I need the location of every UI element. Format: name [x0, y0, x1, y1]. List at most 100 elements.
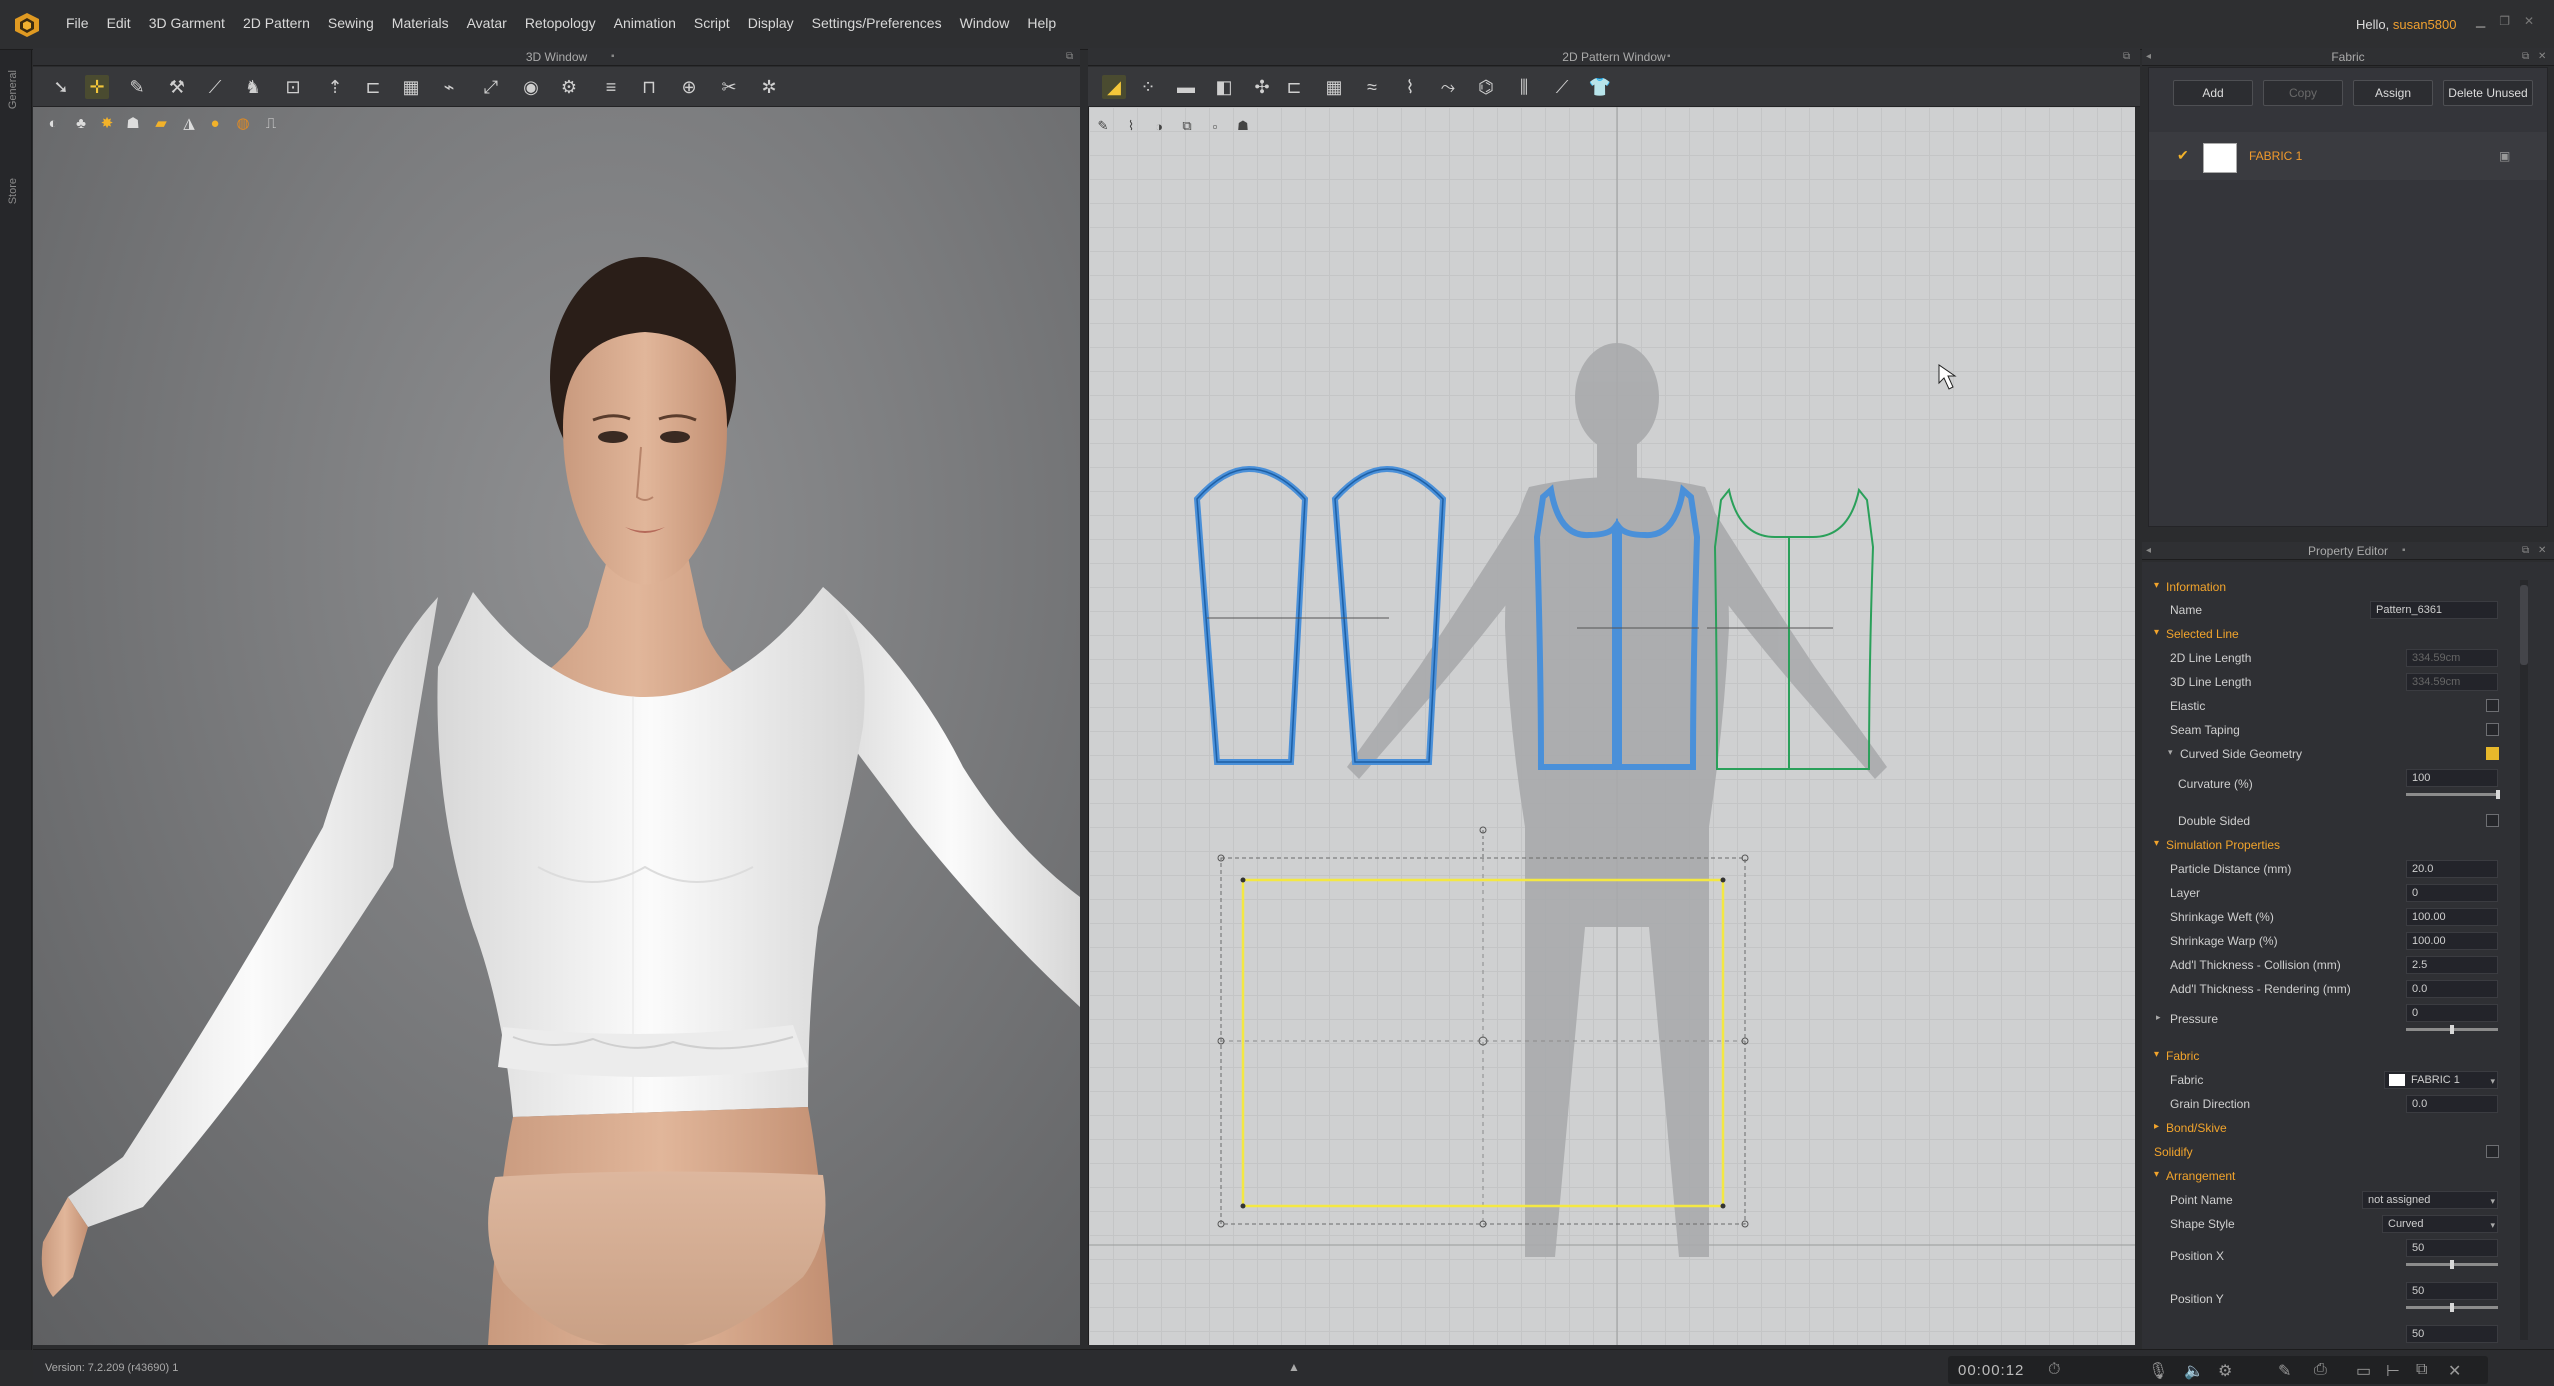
solidify-checkbox[interactable] — [2486, 1145, 2499, 1158]
section-information[interactable]: ▾ Information — [2142, 576, 2542, 598]
window-icon[interactable]: ⧉ — [2416, 1361, 2427, 1379]
username-link[interactable]: susan5800 — [2393, 17, 2457, 32]
menu-edit[interactable]: Edit — [107, 15, 131, 31]
garment-tool-icon[interactable]: ⚒ — [165, 75, 189, 99]
check-sewing-icon[interactable]: ⟋ — [1550, 75, 1574, 99]
menu-avatar[interactable]: Avatar — [467, 15, 507, 31]
grid-tool-icon[interactable]: ▦ — [399, 75, 423, 99]
detach-icon[interactable]: ⧉ — [2123, 48, 2130, 66]
property-scroll-thumb[interactable] — [2520, 585, 2528, 665]
point-name-select[interactable]: not assigned ▾ — [2362, 1191, 2498, 1209]
move-icon[interactable]: ✛ — [85, 75, 109, 99]
minimize-icon[interactable]: ▁ — [2476, 14, 2485, 28]
section-bond-skive[interactable]: ▸ Bond/Skive — [2142, 1117, 2542, 1139]
tshirt-icon[interactable]: 👕 — [1588, 75, 1612, 99]
grid-2d-icon[interactable]: ▦ — [1322, 75, 1346, 99]
section-simulation[interactable]: ▾ Simulation Properties — [2142, 834, 2542, 856]
close-icon[interactable]: ✕ — [2538, 48, 2546, 66]
position-y-input[interactable]: 50 — [2406, 1282, 2498, 1300]
menu-3d-garment[interactable]: 3D Garment — [149, 15, 225, 31]
internal-point-icon[interactable]: ✣ — [1250, 75, 1274, 99]
fabric-select[interactable]: FABRIC 1 ▾ — [2384, 1071, 2498, 1089]
edit-point-icon[interactable]: ⁘ — [1136, 75, 1160, 99]
assign-fabric-button[interactable]: Assign — [2353, 80, 2433, 106]
curvature-input[interactable]: 100 — [2406, 769, 2498, 787]
render-icon[interactable]: ⎍ — [261, 113, 281, 133]
pencil-icon[interactable]: ✎ — [2278, 1361, 2291, 1381]
garment-display-icon[interactable]: ♣ — [71, 113, 91, 133]
property-scrollbar[interactable] — [2520, 580, 2528, 1340]
texture-2d-icon[interactable]: ◑ — [1148, 115, 1170, 137]
camera-icon[interactable]: ⎙ — [2314, 1361, 2327, 1379]
detach-icon[interactable]: ⧉ — [2522, 542, 2529, 560]
grain-input[interactable]: 0.0 — [2406, 1095, 2498, 1113]
grain-display-icon[interactable]: ⧉ — [1176, 115, 1198, 137]
section-fabric[interactable]: ▾ Fabric — [2142, 1045, 2542, 1067]
split-icon[interactable]: ⊢ — [2386, 1361, 2400, 1381]
sleeve-pattern-right[interactable] — [1287, 465, 1447, 765]
tack-icon[interactable]: ⊏ — [361, 75, 385, 99]
2d-pattern-viewport[interactable] — [1088, 107, 2135, 1345]
shrink-weft-input[interactable]: 100.00 — [2406, 908, 2498, 926]
zip-icon[interactable]: ⊕ — [677, 75, 701, 99]
light-display-icon[interactable]: ◮ — [179, 113, 199, 133]
tab-general[interactable]: General — [7, 70, 25, 109]
next-input[interactable]: 50 — [2406, 1325, 2498, 1343]
close-icon[interactable]: ✕ — [2524, 14, 2534, 28]
delete-unused-button[interactable]: Delete Unused — [2443, 80, 2533, 106]
menu-settings[interactable]: Settings/Preferences — [812, 15, 942, 31]
line-tool-icon[interactable]: ⟋ — [203, 75, 227, 99]
gear-tool-icon[interactable]: ⚙ — [557, 75, 581, 99]
menu-display[interactable]: Display — [748, 15, 794, 31]
detach-icon[interactable]: ⧉ — [1066, 48, 1073, 66]
section-selected-line[interactable]: ▾ Selected Line — [2142, 623, 2542, 645]
layout-icon[interactable]: ▭ — [2356, 1361, 2371, 1381]
free-sewing-icon[interactable]: ⫼ — [1512, 75, 1536, 99]
close-icon[interactable]: ✕ — [2538, 542, 2546, 560]
avatar-tool-icon[interactable]: ♞ — [241, 75, 265, 99]
edit-pattern-icon[interactable]: ✎ — [125, 75, 149, 99]
3d-viewport[interactable] — [33, 107, 1080, 1345]
position-x-slider[interactable] — [2406, 1260, 2498, 1269]
menu-materials[interactable]: Materials — [392, 15, 449, 31]
pressure-input[interactable]: 0 — [2406, 1004, 2498, 1022]
view-mode-icon[interactable]: ◐ — [43, 113, 63, 133]
expand-up-icon[interactable]: ▲ — [1288, 1360, 1300, 1374]
menu-file[interactable]: File — [66, 15, 89, 31]
cut-icon[interactable]: ✂ — [717, 75, 741, 99]
fold-2d-icon[interactable]: ⤳ — [1436, 75, 1460, 99]
pattern-display-icon[interactable]: ✎ — [1092, 115, 1114, 137]
figure-icon[interactable]: ✲ — [757, 75, 781, 99]
position-y-slider[interactable] — [2406, 1303, 2498, 1312]
maximize-icon[interactable]: ❐ — [2499, 14, 2510, 28]
menu-animation[interactable]: Animation — [614, 15, 676, 31]
copy-fabric-button[interactable]: Copy — [2263, 80, 2343, 106]
pin-tool-icon[interactable]: ⇡ — [323, 75, 347, 99]
fabric-display-icon[interactable]: ▰ — [151, 113, 171, 133]
tab-store[interactable]: Store — [7, 178, 25, 204]
layer-display-icon[interactable]: ▫ — [1204, 115, 1226, 137]
detach-icon[interactable]: ⧉ — [2522, 48, 2529, 66]
settings-icon[interactable]: ⚙ — [2218, 1361, 2232, 1381]
thickness-rendering-input[interactable]: 0.0 — [2406, 980, 2498, 998]
curved-side-checkbox[interactable] — [2486, 747, 2499, 760]
box-tool-icon[interactable]: ⊡ — [281, 75, 305, 99]
avatar-2d-icon[interactable]: ☗ — [1232, 115, 1254, 137]
align-icon[interactable]: ≡ — [599, 75, 623, 99]
avatar-display-icon[interactable]: ☗ — [123, 113, 143, 133]
sleeve-pattern-left[interactable] — [1193, 465, 1309, 765]
curve-icon[interactable]: ≈ — [1360, 75, 1384, 99]
position-x-input[interactable]: 50 — [2406, 1239, 2498, 1257]
polygon-icon[interactable]: ◧ — [1212, 75, 1236, 99]
pin-icon[interactable]: ▪ — [1667, 48, 1671, 66]
curvature-slider[interactable] — [2406, 790, 2500, 799]
add-fabric-button[interactable]: Add — [2173, 80, 2253, 106]
menu-sewing[interactable]: Sewing — [328, 15, 374, 31]
menu-retopology[interactable]: Retopology — [525, 15, 596, 31]
dart-icon[interactable]: ⊏ — [1282, 75, 1306, 99]
layer-input[interactable]: 0 — [2406, 884, 2498, 902]
sewing-display-icon[interactable]: ⌇ — [1120, 115, 1142, 137]
seam-taping-checkbox[interactable] — [2486, 723, 2499, 736]
fold-icon[interactable]: ⌁ — [437, 75, 461, 99]
fabric-list-item[interactable]: ✔ FABRIC 1 ▣ — [2149, 132, 2547, 180]
